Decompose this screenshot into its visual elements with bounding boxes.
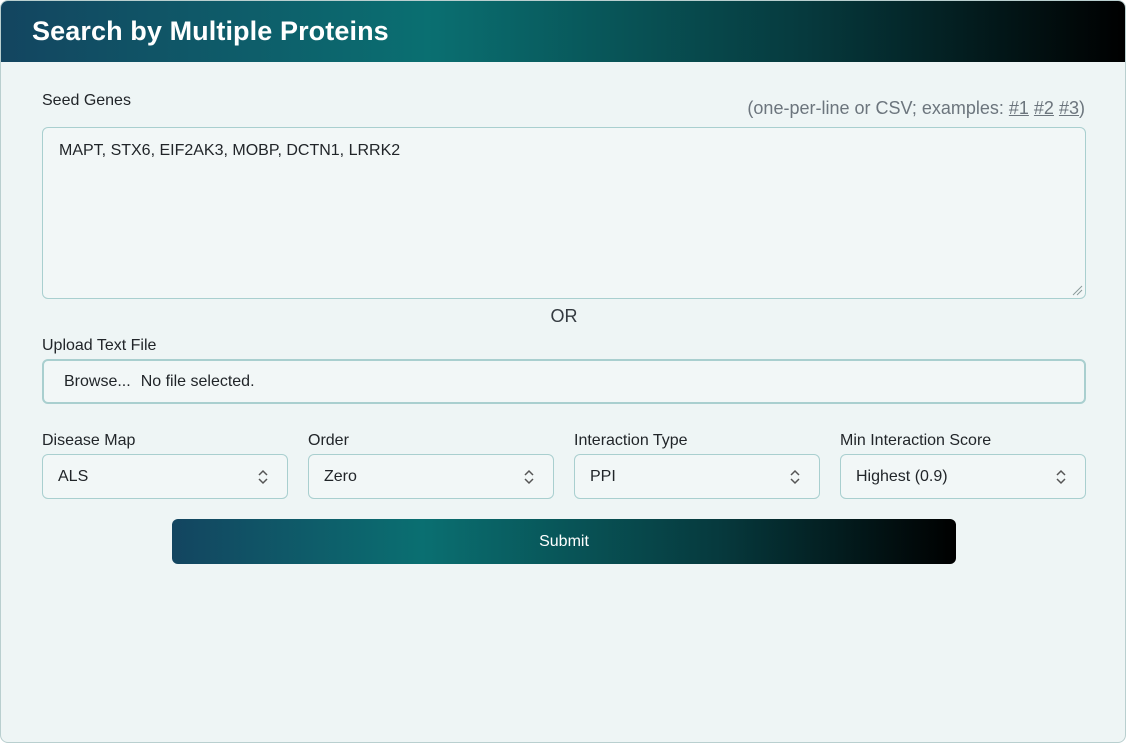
chevron-up-down-icon	[258, 469, 268, 484]
card-header: Search by Multiple Proteins	[1, 1, 1125, 62]
example-link-3[interactable]: #3	[1059, 98, 1079, 118]
upload-label: Upload Text File	[42, 337, 157, 354]
min-score-value: Highest (0.9)	[856, 467, 948, 485]
min-score-label: Min Interaction Score	[840, 432, 992, 449]
file-upload-input[interactable]: Browse... No file selected.	[42, 359, 1086, 404]
interaction-type-select[interactable]: PPI	[574, 454, 820, 499]
chevron-up-down-icon	[524, 469, 534, 484]
example-link-1[interactable]: #1	[1009, 98, 1029, 118]
chevron-up-down-icon	[790, 469, 800, 484]
interaction-type-label: Interaction Type	[574, 432, 688, 449]
seed-genes-label: Seed Genes	[42, 92, 131, 109]
order-select[interactable]: Zero	[308, 454, 554, 499]
browse-button[interactable]: Browse...	[44, 373, 141, 391]
file-status: No file selected.	[140, 372, 255, 390]
disease-map-select[interactable]: ALS	[42, 454, 288, 499]
disease-map-label: Disease Map	[42, 432, 136, 449]
resize-grip-icon[interactable]	[1071, 284, 1083, 296]
hint-text: (one-per-line or CSV; examples:	[747, 98, 1009, 118]
seed-genes-textarea[interactable]	[42, 127, 1086, 299]
search-card: Search by Multiple Proteins Seed Genes (…	[0, 0, 1126, 743]
seed-genes-hint: (one-per-line or CSV; examples: #1 #2 #3…	[747, 98, 1085, 119]
order-label: Order	[308, 432, 349, 449]
submit-button[interactable]: Submit	[172, 519, 956, 564]
disease-map-value: ALS	[58, 467, 89, 485]
hint-suffix: )	[1079, 98, 1085, 118]
interaction-type-value: PPI	[590, 467, 616, 485]
order-value: Zero	[324, 467, 357, 485]
min-score-select[interactable]: Highest (0.9)	[840, 454, 1086, 499]
or-separator: OR	[550, 306, 578, 326]
example-link-2[interactable]: #2	[1034, 98, 1054, 118]
chevron-up-down-icon	[1056, 469, 1066, 484]
page-title: Search by Multiple Proteins	[32, 16, 389, 46]
